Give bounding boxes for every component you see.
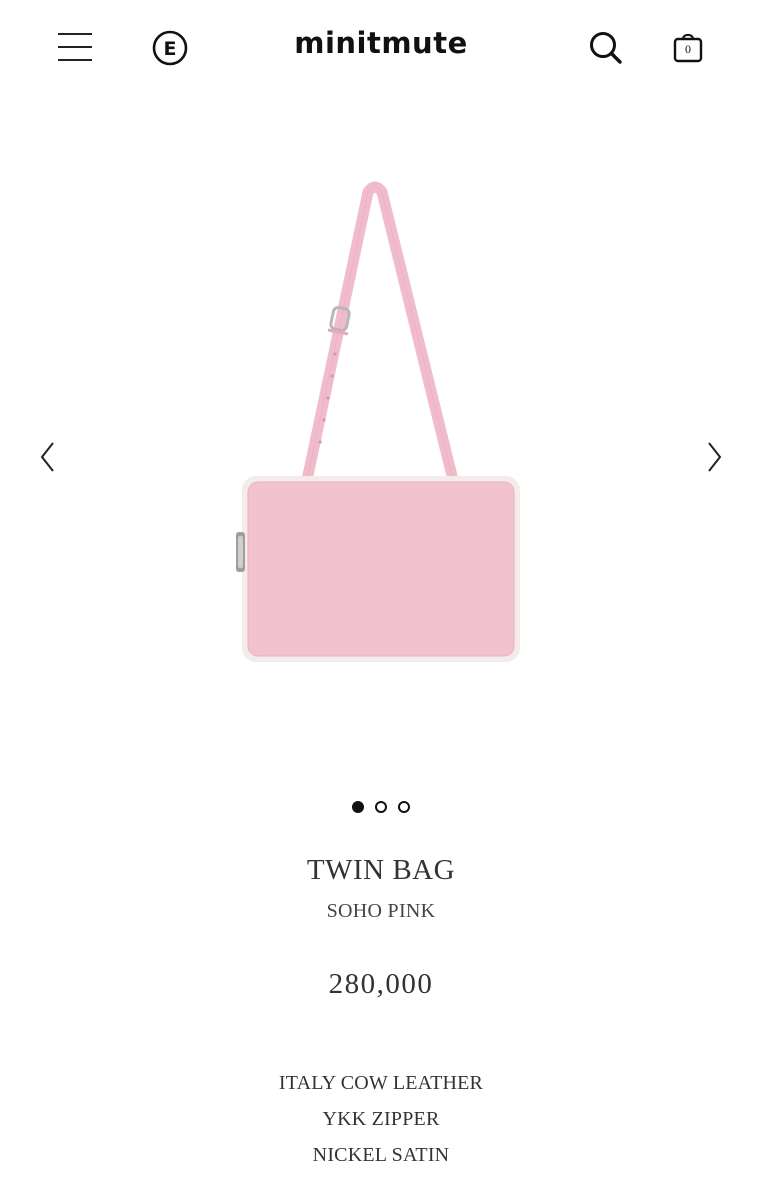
cart-count: 0 [685, 42, 691, 56]
chevron-left-icon [40, 442, 54, 472]
spec-item: ITALY COW LEATHER [278, 1072, 484, 1094]
menu-button[interactable] [58, 30, 94, 64]
language-e-icon: E [152, 30, 188, 66]
product-image[interactable] [220, 180, 540, 680]
menu-line [58, 33, 92, 35]
menu-line [58, 59, 92, 61]
product-specs: ITALY COW LEATHER YKK ZIPPER NICKEL SATI… [0, 1068, 762, 1176]
cart-button[interactable]: 0 [671, 30, 705, 66]
gallery-prev-button[interactable] [36, 438, 60, 478]
search-button[interactable] [588, 30, 624, 66]
language-button[interactable]: E [152, 30, 188, 66]
spec-item: NICKEL SATIN [312, 1144, 450, 1166]
bag-body [248, 482, 514, 656]
gallery-dot-2[interactable] [375, 801, 387, 813]
gallery-next-button[interactable] [702, 438, 726, 478]
product-gallery [0, 120, 762, 780]
site-header: E minitmute 0 [0, 0, 762, 96]
gallery-dot-1[interactable] [352, 801, 364, 813]
language-letter: E [164, 38, 177, 60]
gallery-dot-3[interactable] [398, 801, 410, 813]
menu-line [58, 46, 92, 48]
bag-strap [301, 181, 459, 482]
product-color: SOHO PINK [326, 900, 436, 922]
search-icon [590, 32, 622, 64]
logo-wrapper: minitmute [0, 26, 762, 60]
chevron-right-icon [708, 442, 722, 472]
product-price: 280,000 [328, 968, 434, 1000]
gallery-pagination [0, 801, 762, 817]
product-title: TWIN BAG [306, 854, 456, 886]
brand-logo[interactable]: minitmute [294, 26, 468, 60]
spec-item: YKK ZIPPER [322, 1108, 440, 1130]
